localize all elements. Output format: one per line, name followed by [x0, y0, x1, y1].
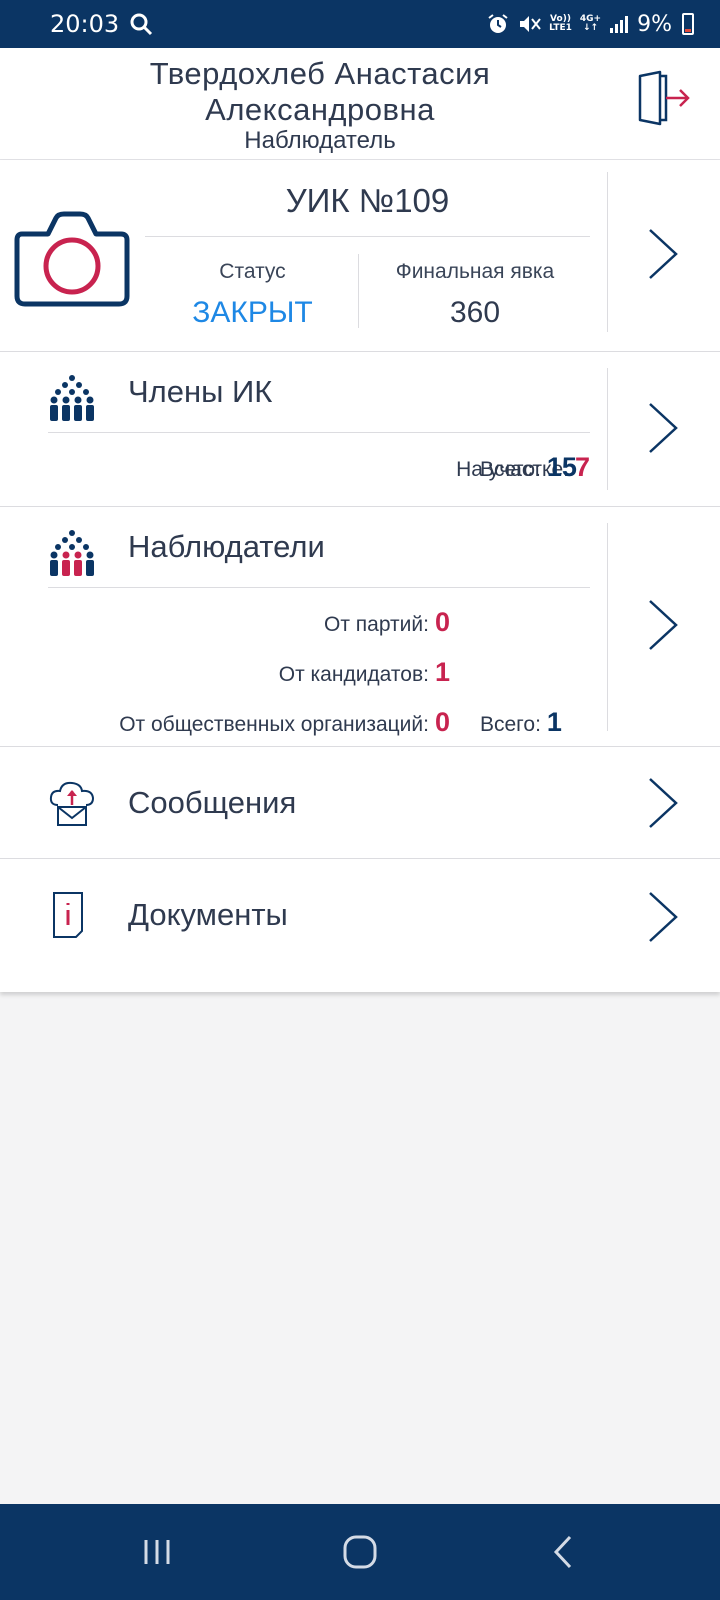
members-total-label: Всего: — [480, 458, 541, 481]
volte-indicator: Vo)) LTE1 — [549, 14, 572, 33]
camera-icon[interactable] — [14, 204, 130, 308]
user-role: Наблюдатель — [244, 127, 396, 154]
observers-orgs-value: 0 — [434, 707, 450, 737]
observers-candidates-label: От кандидатов: — [278, 663, 429, 686]
chevron-right-icon[interactable] — [644, 400, 684, 456]
documents-row[interactable]: Документы — [0, 859, 720, 992]
main-card: УИК №109 Статус ЗАКРЫТ Финальная явка 36… — [0, 160, 720, 992]
chevron-right-icon[interactable] — [644, 889, 684, 945]
observers-candidates-value: 1 — [434, 657, 450, 687]
members-on-site-value: 7 — [574, 452, 590, 482]
status-label: Статус — [219, 260, 286, 283]
members-total: Всего: 15 — [480, 452, 577, 483]
observers-candidates: От кандидатов: 1 — [279, 657, 450, 688]
status-bar: 20:03 Vo)) LTE1 4G+ ↓↑ 9% — [0, 0, 720, 48]
divider — [358, 254, 359, 328]
documents-title: Документы — [128, 897, 288, 932]
divider — [145, 236, 590, 237]
network-indicator: 4G+ ↓↑ — [579, 14, 602, 33]
user-name: Твердохлеб Анастасия Александровна — [149, 56, 491, 127]
status-value: ЗАКРЫТ — [192, 296, 313, 329]
cloud-mail-icon — [49, 781, 95, 826]
divider — [48, 432, 590, 433]
divider — [607, 368, 608, 490]
observers-total-value: 1 — [546, 707, 562, 737]
chevron-right-icon[interactable] — [644, 226, 684, 282]
alarm-icon — [488, 14, 508, 33]
observers-parties: От партий: 0 — [324, 607, 450, 638]
mute-icon — [520, 16, 541, 32]
observers-total-label: Всего: — [480, 713, 541, 736]
divider — [607, 172, 608, 332]
document-info-icon — [53, 892, 83, 938]
observers-parties-value: 0 — [434, 607, 450, 637]
messages-row[interactable]: Сообщения — [0, 747, 720, 859]
uik-title: УИК №109 — [285, 182, 450, 219]
members-title: Члены ИК — [128, 374, 273, 409]
search-icon — [130, 13, 153, 36]
observers-title: Наблюдатели — [128, 529, 325, 564]
battery-icon — [682, 13, 694, 35]
system-nav-bar — [0, 1504, 720, 1600]
members-section[interactable]: Члены ИК На участке: 7 Всего: 15 — [0, 352, 720, 507]
logout-icon[interactable] — [636, 70, 692, 126]
divider — [607, 523, 608, 731]
observers-total: Всего: 1 — [480, 707, 562, 738]
signal-icon — [610, 16, 629, 33]
divider — [48, 587, 590, 588]
turnout-value: 360 — [449, 296, 501, 329]
home-icon[interactable] — [340, 1532, 380, 1572]
observers-orgs: От общественных организаций: 0 — [119, 707, 450, 738]
observers-group-icon — [50, 530, 94, 576]
messages-title: Сообщения — [128, 785, 297, 820]
battery-percent: 9% — [637, 11, 672, 37]
observers-parties-label: От партий: — [323, 613, 429, 636]
turnout-label: Финальная явка — [395, 260, 555, 283]
recent-apps-icon[interactable] — [140, 1532, 180, 1572]
chevron-right-icon[interactable] — [644, 775, 684, 831]
chevron-right-icon[interactable] — [644, 597, 684, 653]
members-total-value: 15 — [546, 452, 577, 482]
back-icon[interactable] — [544, 1532, 584, 1572]
clock: 20:03 — [50, 10, 120, 38]
app-header: Твердохлеб Анастасия Александровна Наблю… — [0, 48, 720, 160]
uik-section[interactable]: УИК №109 Статус ЗАКРЫТ Финальная явка 36… — [0, 160, 720, 352]
people-group-icon — [50, 375, 94, 421]
observers-section[interactable]: Наблюдатели От партий: 0 От кандидатов: … — [0, 507, 720, 747]
observers-orgs-label: От общественных организаций: — [119, 713, 429, 736]
